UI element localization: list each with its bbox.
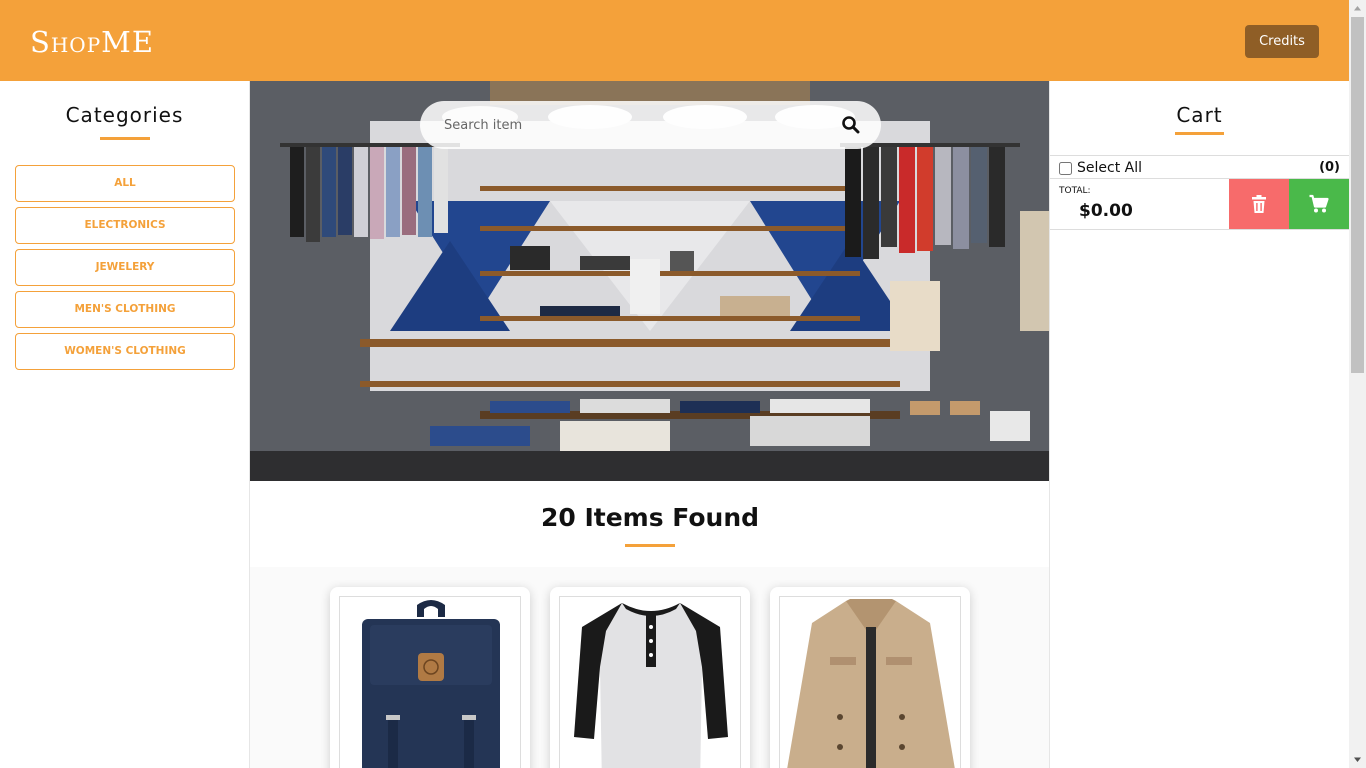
product-image-shirt[interactable]	[559, 596, 741, 768]
category-button-mens-clothing[interactable]: MEN'S CLOTHING	[15, 291, 235, 328]
select-all-label: Select All	[1077, 160, 1142, 176]
cart-title-underline	[1175, 132, 1224, 135]
items-found-title: 20 Items Found	[540, 503, 760, 532]
search-input[interactable]	[444, 113, 824, 137]
scroll-up-arrow-icon[interactable]	[1349, 0, 1366, 17]
product-card[interactable]	[770, 587, 970, 768]
select-all-checkbox[interactable]	[1059, 161, 1072, 175]
delete-selected-button[interactable]	[1229, 179, 1289, 229]
product-image-backpack[interactable]	[339, 596, 521, 768]
category-button-all[interactable]: ALL	[15, 165, 235, 202]
total-value: $0.00	[1079, 201, 1133, 221]
category-button-jewelery[interactable]: JEWELERY	[15, 249, 235, 286]
cart-title: Cart	[1176, 103, 1223, 127]
search-icon[interactable]	[841, 115, 861, 135]
scrollbar-thumb[interactable]	[1351, 17, 1364, 373]
category-button-womens-clothing[interactable]: WOMEN'S CLOTHING	[15, 333, 235, 370]
raglan-shirt-image	[574, 603, 728, 768]
cart-select-bar: Select All (0)	[1050, 155, 1349, 179]
results-header: 20 Items Found	[250, 481, 1049, 567]
cart-item-count: (0)	[1319, 160, 1340, 175]
credits-button[interactable]: Credits	[1245, 25, 1319, 58]
cart-panel: Cart Select All (0) TOTAL: $0.00	[1050, 81, 1349, 768]
title-underline	[100, 137, 150, 140]
categories-title: Categories	[65, 103, 184, 127]
categories-sidebar: Categories ALL ELECTRONICS JEWELERY MEN'…	[0, 81, 249, 768]
checkout-button[interactable]	[1289, 179, 1349, 229]
main-content: 20 Items Found	[249, 81, 1050, 768]
logo[interactable]: ShopME	[30, 24, 154, 60]
category-button-electronics[interactable]: ELECTRONICS	[15, 207, 235, 244]
cart-icon	[1309, 194, 1329, 213]
product-card[interactable]	[330, 587, 530, 768]
jacket-image	[787, 599, 955, 768]
product-card[interactable]	[550, 587, 750, 768]
scroll-down-arrow-icon[interactable]	[1349, 751, 1366, 768]
backpack-image	[362, 600, 500, 768]
trash-icon	[1252, 195, 1266, 213]
select-all[interactable]: Select All	[1059, 160, 1142, 176]
total-label: TOTAL:	[1059, 186, 1091, 196]
top-header: ShopME Credits	[0, 0, 1349, 81]
cart-total-row: TOTAL: $0.00	[1050, 179, 1349, 230]
product-image-jacket[interactable]	[779, 596, 961, 768]
category-list: ALL ELECTRONICS JEWELERY MEN'S CLOTHING …	[15, 165, 235, 375]
results-underline	[625, 544, 675, 547]
store-hero-image	[250, 81, 1049, 481]
page-scrollbar[interactable]	[1349, 0, 1366, 768]
search-bar	[420, 101, 881, 149]
